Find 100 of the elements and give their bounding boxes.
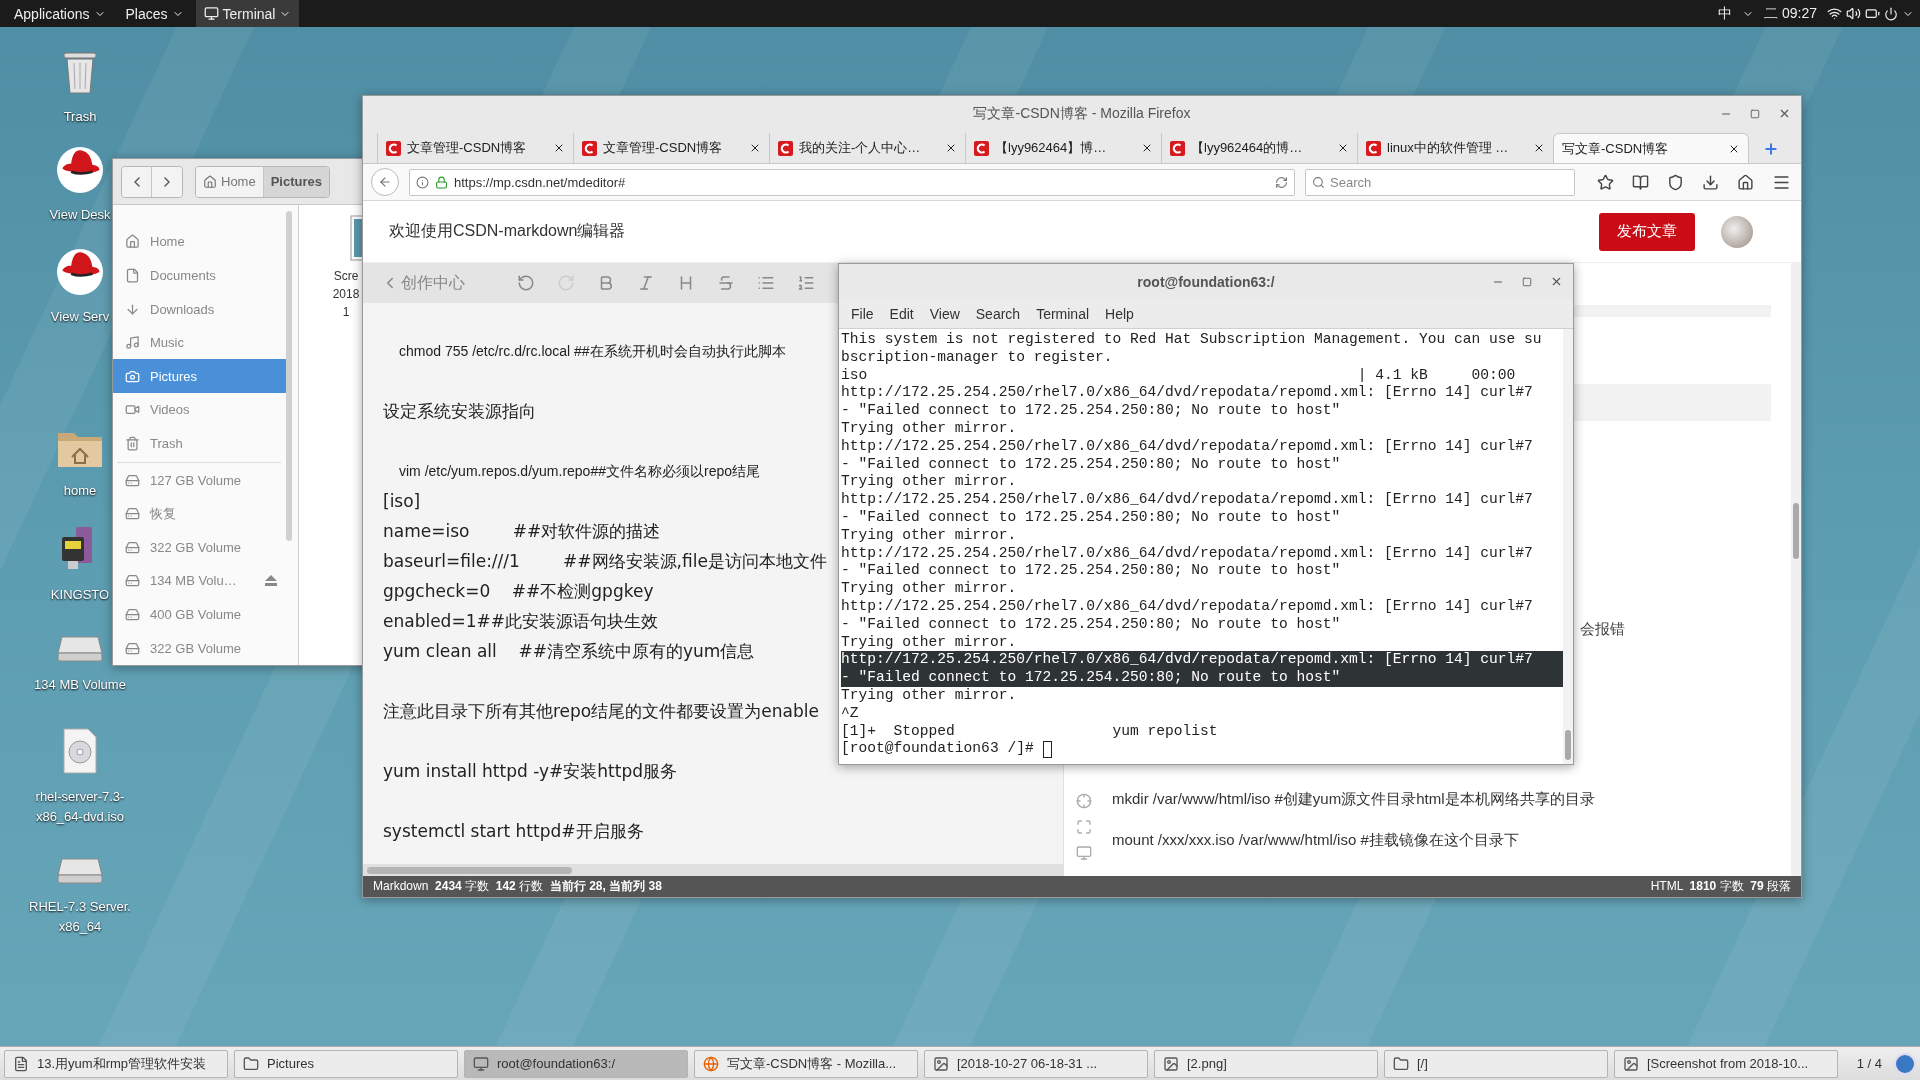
document-icon — [125, 267, 140, 283]
drive-icon — [125, 573, 140, 589]
sidebar-item[interactable]: Documents — [113, 258, 287, 293]
avatar[interactable] — [1721, 215, 1753, 248]
browser-tab[interactable]: 文章管理-CSDN博客 — [377, 133, 573, 163]
editor-line: vim /etc/yum.repos.d/yum.repo##文件名称必须以repo结尾 — [398, 462, 760, 481]
browser-tab[interactable]: 【lyy962464的博… — [1161, 133, 1357, 163]
taskbar-item[interactable]: Pictures — [234, 1049, 458, 1078]
terminal-line: [1]+ Stopped yum repolist — [841, 722, 1219, 741]
taskbar-item[interactable]: [/] — [1384, 1049, 1608, 1078]
menu-item[interactable]: Terminal — [1028, 305, 1098, 322]
close-icon[interactable] — [1337, 142, 1349, 154]
folder-icon — [1393, 1055, 1409, 1072]
browser-tab[interactable]: 我的关注-个人中心… — [769, 133, 965, 163]
sidebar-item[interactable]: Downloads — [113, 292, 287, 326]
eject-icon[interactable] — [265, 575, 277, 587]
page-heading: 欢迎使用CSDN-markdown编辑器 — [389, 221, 627, 241]
clock[interactable]: 二 09:27 — [1758, 4, 1823, 23]
lock-icon[interactable] — [435, 175, 448, 189]
browser-tab[interactable]: 写文章-CSDN博客 — [1553, 133, 1749, 163]
close-icon[interactable] — [945, 142, 957, 154]
terminal-line: http://172.25.254.250/rhel7.0/x86_64/dvd/repodata/repomd.xml: [Errno 14] curl#7 — [841, 384, 1534, 403]
sidebar-item[interactable]: Videos — [113, 393, 287, 427]
close-icon[interactable] — [749, 142, 761, 154]
power-icon[interactable] — [1884, 6, 1898, 21]
close-icon[interactable] — [553, 142, 565, 154]
reload-icon[interactable] — [1275, 175, 1288, 189]
shield-icon — [1667, 173, 1684, 191]
editor-line: yum install httpd -y#安装httpd服务 — [383, 760, 677, 783]
menu-item[interactable]: Edit — [881, 305, 922, 322]
taskbar-item[interactable]: 13.用yum和rmp管理软件安装 — [4, 1049, 228, 1078]
italic-button[interactable] — [637, 274, 655, 292]
expand-icon[interactable] — [1076, 819, 1092, 835]
wifi-icon[interactable] — [1827, 6, 1842, 21]
menu-item[interactable]: View — [921, 305, 968, 322]
sidebar-item[interactable]: 恢复 — [113, 496, 287, 531]
menu-item[interactable]: Search — [967, 305, 1029, 322]
terminal-line: ^Z — [841, 704, 860, 723]
sidebar-item[interactable]: Music — [113, 325, 287, 360]
site-logo-icon — [1170, 140, 1185, 156]
drive-icon — [125, 539, 140, 555]
drive-icon[interactable] — [56, 855, 104, 885]
menu-item[interactable]: File — [843, 305, 882, 322]
battery-icon[interactable] — [1865, 6, 1880, 21]
taskbar-item[interactable]: [2018-10-27 06-18-31 ... — [924, 1049, 1148, 1078]
drive-icon — [125, 506, 140, 522]
taskbar-item[interactable]: 写文章-CSDN博客 - Mozilla... — [694, 1049, 918, 1078]
terminal-line: http://172.25.254.250/rhel7.0/x86_64/dvd/repodata/repomd.xml: [Errno 14] curl#7 — [841, 437, 1534, 456]
hat-logo-icon[interactable] — [57, 249, 103, 295]
input-method[interactable]: 中 — [1712, 4, 1739, 23]
scrollbar-thumb[interactable] — [1565, 730, 1571, 760]
publish-button[interactable]: 发布文章 — [1599, 212, 1695, 251]
workspace-icon[interactable] — [1894, 1052, 1916, 1075]
taskbar-item[interactable]: [2.png] — [1154, 1049, 1378, 1078]
scrollbar[interactable] — [286, 211, 292, 541]
taskbar-item[interactable]: root@foundation63:/ — [464, 1049, 688, 1078]
info-icon[interactable] — [416, 175, 429, 189]
browser-tab[interactable]: 【lyy962464】博… — [965, 133, 1161, 163]
close-icon[interactable] — [1533, 142, 1545, 154]
desktop-icon-label[interactable]: Trash — [63, 107, 97, 127]
top-menu[interactable]: Applications — [6, 0, 114, 27]
bullet-list-button[interactable] — [757, 274, 775, 292]
close-icon[interactable] — [1141, 142, 1153, 154]
status-text: Markdown 2434 字数 142 行数 当前行 28, 当前列 38 — [373, 878, 662, 895]
monitor-icon[interactable] — [1076, 845, 1092, 861]
window-title: root@foundation63:/ — [1137, 273, 1275, 290]
scrollbar-thumb[interactable] — [1793, 503, 1799, 559]
crosshair-icon[interactable] — [1076, 793, 1092, 809]
sidebar-item[interactable]: Home — [113, 225, 287, 259]
hat-logo-icon[interactable] — [57, 147, 103, 193]
sidebar-item[interactable]: Trash — [113, 426, 287, 461]
back-button[interactable] — [122, 166, 152, 197]
scrollbar-thumb[interactable] — [367, 867, 572, 874]
path-button[interactable]: Pictures — [263, 166, 329, 197]
back-button[interactable] — [371, 168, 399, 196]
menu-item[interactable]: Help — [1097, 305, 1142, 322]
file-label[interactable]: Scre 2018 1 — [330, 267, 362, 321]
strikethrough-button[interactable] — [717, 274, 735, 292]
browser-tab[interactable]: 文章管理-CSDN博客 — [573, 133, 769, 163]
editor-line: baseurl=file:///1 ##网络安装源,file是访问本地文件 — [383, 550, 827, 573]
top-menu[interactable]: Places — [117, 0, 192, 27]
volume-icon[interactable] — [1846, 6, 1861, 21]
address-field[interactable]: https://mp.csdn.net/mdeditor# — [409, 168, 1295, 196]
editor-line: chmod 755 /etc/rc.d/rc.local ##在系统开机时会自动执行此脚本 — [398, 342, 786, 361]
forward-button[interactable] — [152, 166, 182, 197]
browser-tab[interactable]: linux中的软件管理 … — [1357, 133, 1553, 163]
numbered-list-button[interactable] — [797, 274, 815, 292]
star-icon — [1597, 173, 1614, 191]
search-field[interactable]: Search — [1305, 168, 1575, 196]
taskbar-item[interactable]: [Screenshot from 2018-10... — [1614, 1049, 1838, 1078]
drive-icon[interactable] — [56, 633, 104, 663]
undo-button[interactable] — [517, 274, 535, 292]
terminal-line: bscription-manager to register. — [841, 348, 1114, 367]
maximize-icon — [1522, 276, 1532, 287]
close-icon — [1550, 275, 1563, 288]
disc-file-icon[interactable] — [60, 727, 100, 775]
editor-line: gpgcheck=0 ##不检测gpgkey — [383, 580, 654, 603]
top-menu[interactable]: Terminal — [195, 0, 300, 27]
workspace-pager[interactable]: 1 / 4 — [1850, 1056, 1888, 1071]
path-button[interactable]: Home — [196, 166, 264, 197]
